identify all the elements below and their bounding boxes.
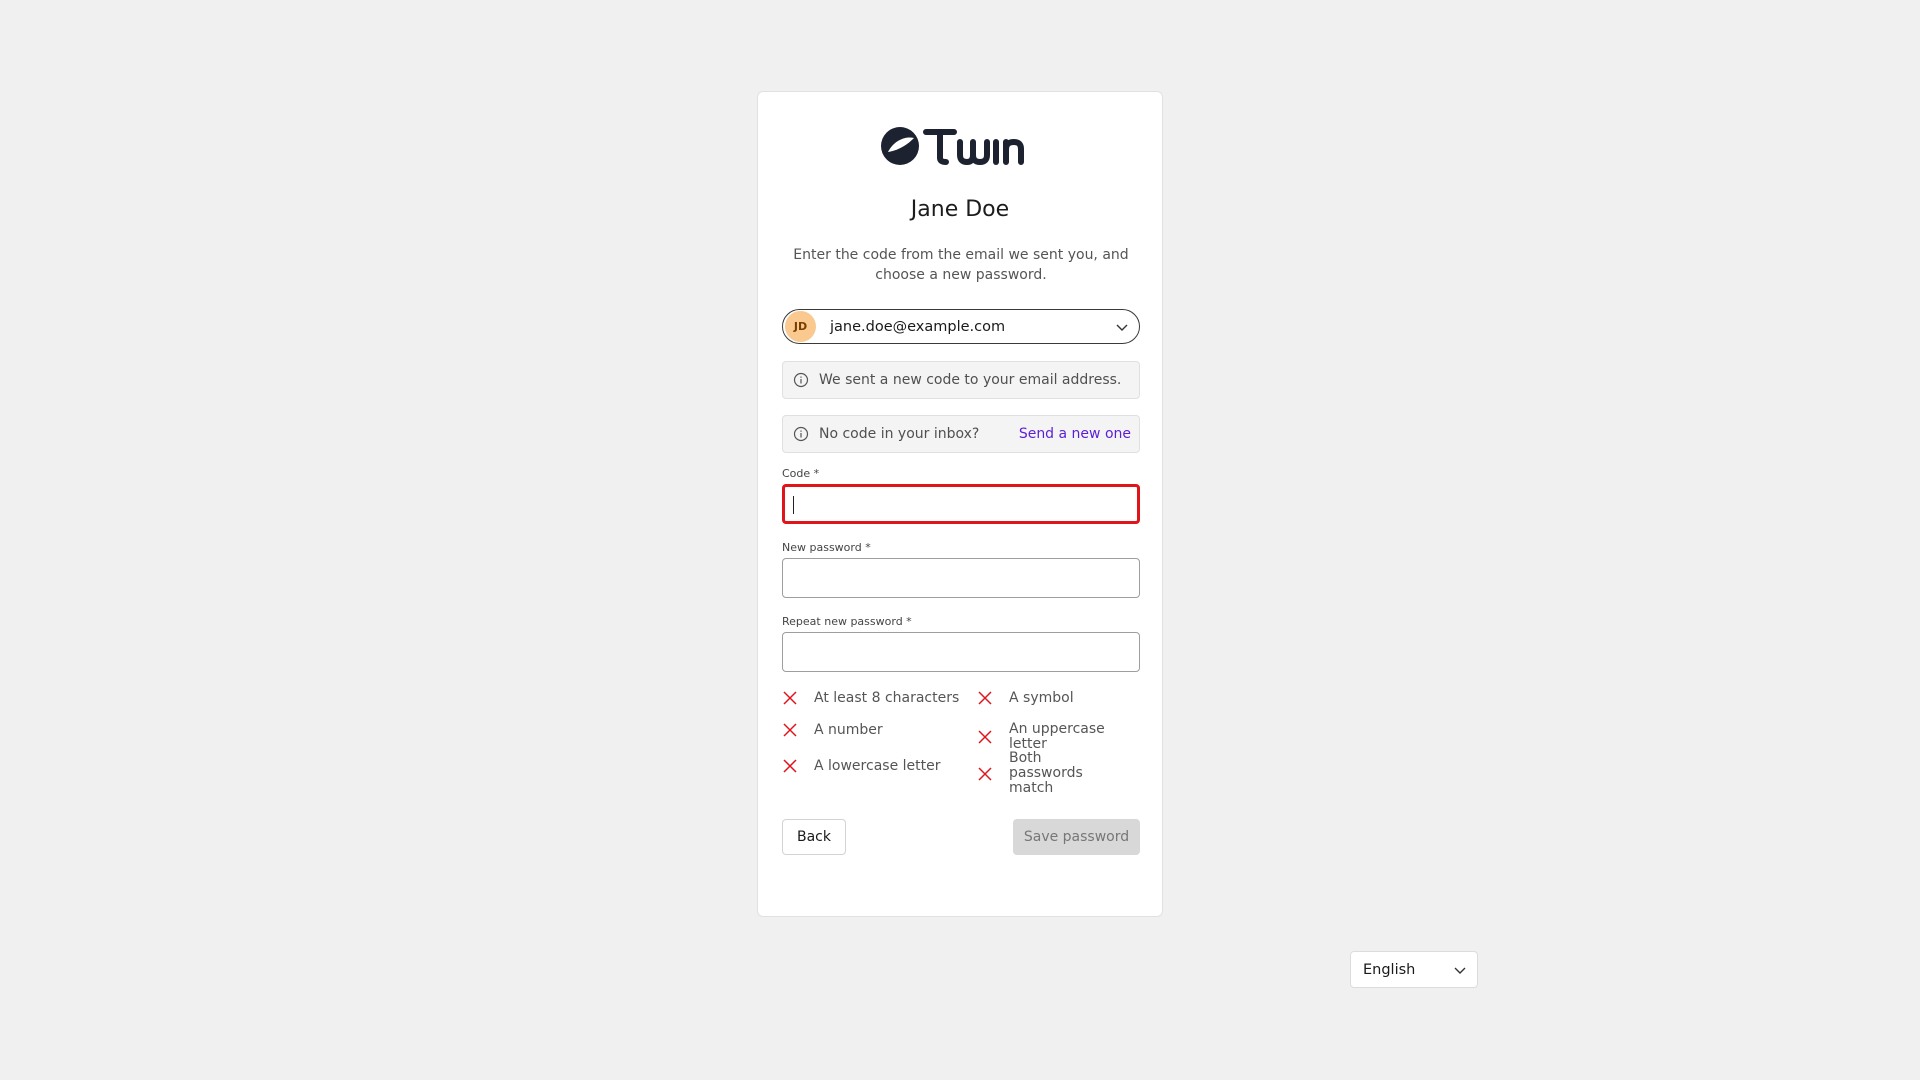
x-icon <box>978 691 992 705</box>
password-requirements: At least 8 characters A symbol A number … <box>782 690 1140 796</box>
chevron-down-icon <box>1454 967 1466 974</box>
repeat-password-label: Repeat new password * <box>782 615 912 628</box>
requirement-item: A symbol <box>977 690 1074 706</box>
x-icon <box>978 766 992 781</box>
new-password-label: New password * <box>782 541 871 554</box>
back-button[interactable]: Back <box>782 819 846 855</box>
code-sent-notice: We sent a new code to your email address… <box>782 361 1140 399</box>
instructions-text: Enter the code from the email we sent yo… <box>793 247 1129 283</box>
reset-password-card: Jane Doe Enter the code from the email w… <box>757 91 1163 917</box>
requirement-label: An uppercase letter <box>1009 721 1105 752</box>
code-sent-text: We sent a new code to your email address… <box>819 372 1122 388</box>
x-icon <box>783 759 797 773</box>
language-selector[interactable]: English <box>1350 951 1478 988</box>
repeat-password-input[interactable] <box>782 632 1140 672</box>
requirement-label: Both passwords match <box>1009 750 1083 796</box>
new-password-input[interactable] <box>782 558 1140 598</box>
x-icon <box>978 730 992 744</box>
twin-logo <box>758 122 1162 170</box>
requirement-label: A lowercase letter <box>814 757 941 774</box>
requirement-label: At least 8 characters <box>814 689 960 706</box>
code-input[interactable] <box>782 484 1140 524</box>
requirement-item: An uppercase letter <box>977 722 1140 752</box>
chevron-down-icon <box>1116 324 1128 331</box>
account-email: jane.doe@example.com <box>830 318 1006 335</box>
x-icon <box>783 723 797 737</box>
requirement-item: At least 8 characters <box>782 690 959 706</box>
requirement-item: A number <box>782 722 883 738</box>
info-icon <box>793 426 809 442</box>
code-label: Code * <box>782 467 820 480</box>
x-icon <box>783 691 797 705</box>
language-selected: English <box>1363 961 1416 978</box>
requirement-label: A symbol <box>1009 689 1074 706</box>
text-cursor <box>793 496 794 514</box>
no-code-text: No code in your inbox? <box>819 426 980 442</box>
account-selector[interactable]: JD jane.doe@example.com <box>782 309 1140 344</box>
no-code-notice: No code in your inbox? Send a new one <box>782 415 1140 453</box>
save-password-button[interactable]: Save password <box>1013 819 1140 855</box>
twin-logo-mark <box>881 127 1024 165</box>
info-icon <box>793 372 809 388</box>
avatar: JD <box>785 311 816 342</box>
requirement-item: Both passwords match <box>977 751 1127 796</box>
requirement-item: A lowercase letter <box>782 758 940 774</box>
requirement-label: A number <box>814 721 883 738</box>
send-new-code-link[interactable]: Send a new one <box>1019 426 1131 442</box>
user-name-heading: Jane Doe <box>910 197 1010 222</box>
